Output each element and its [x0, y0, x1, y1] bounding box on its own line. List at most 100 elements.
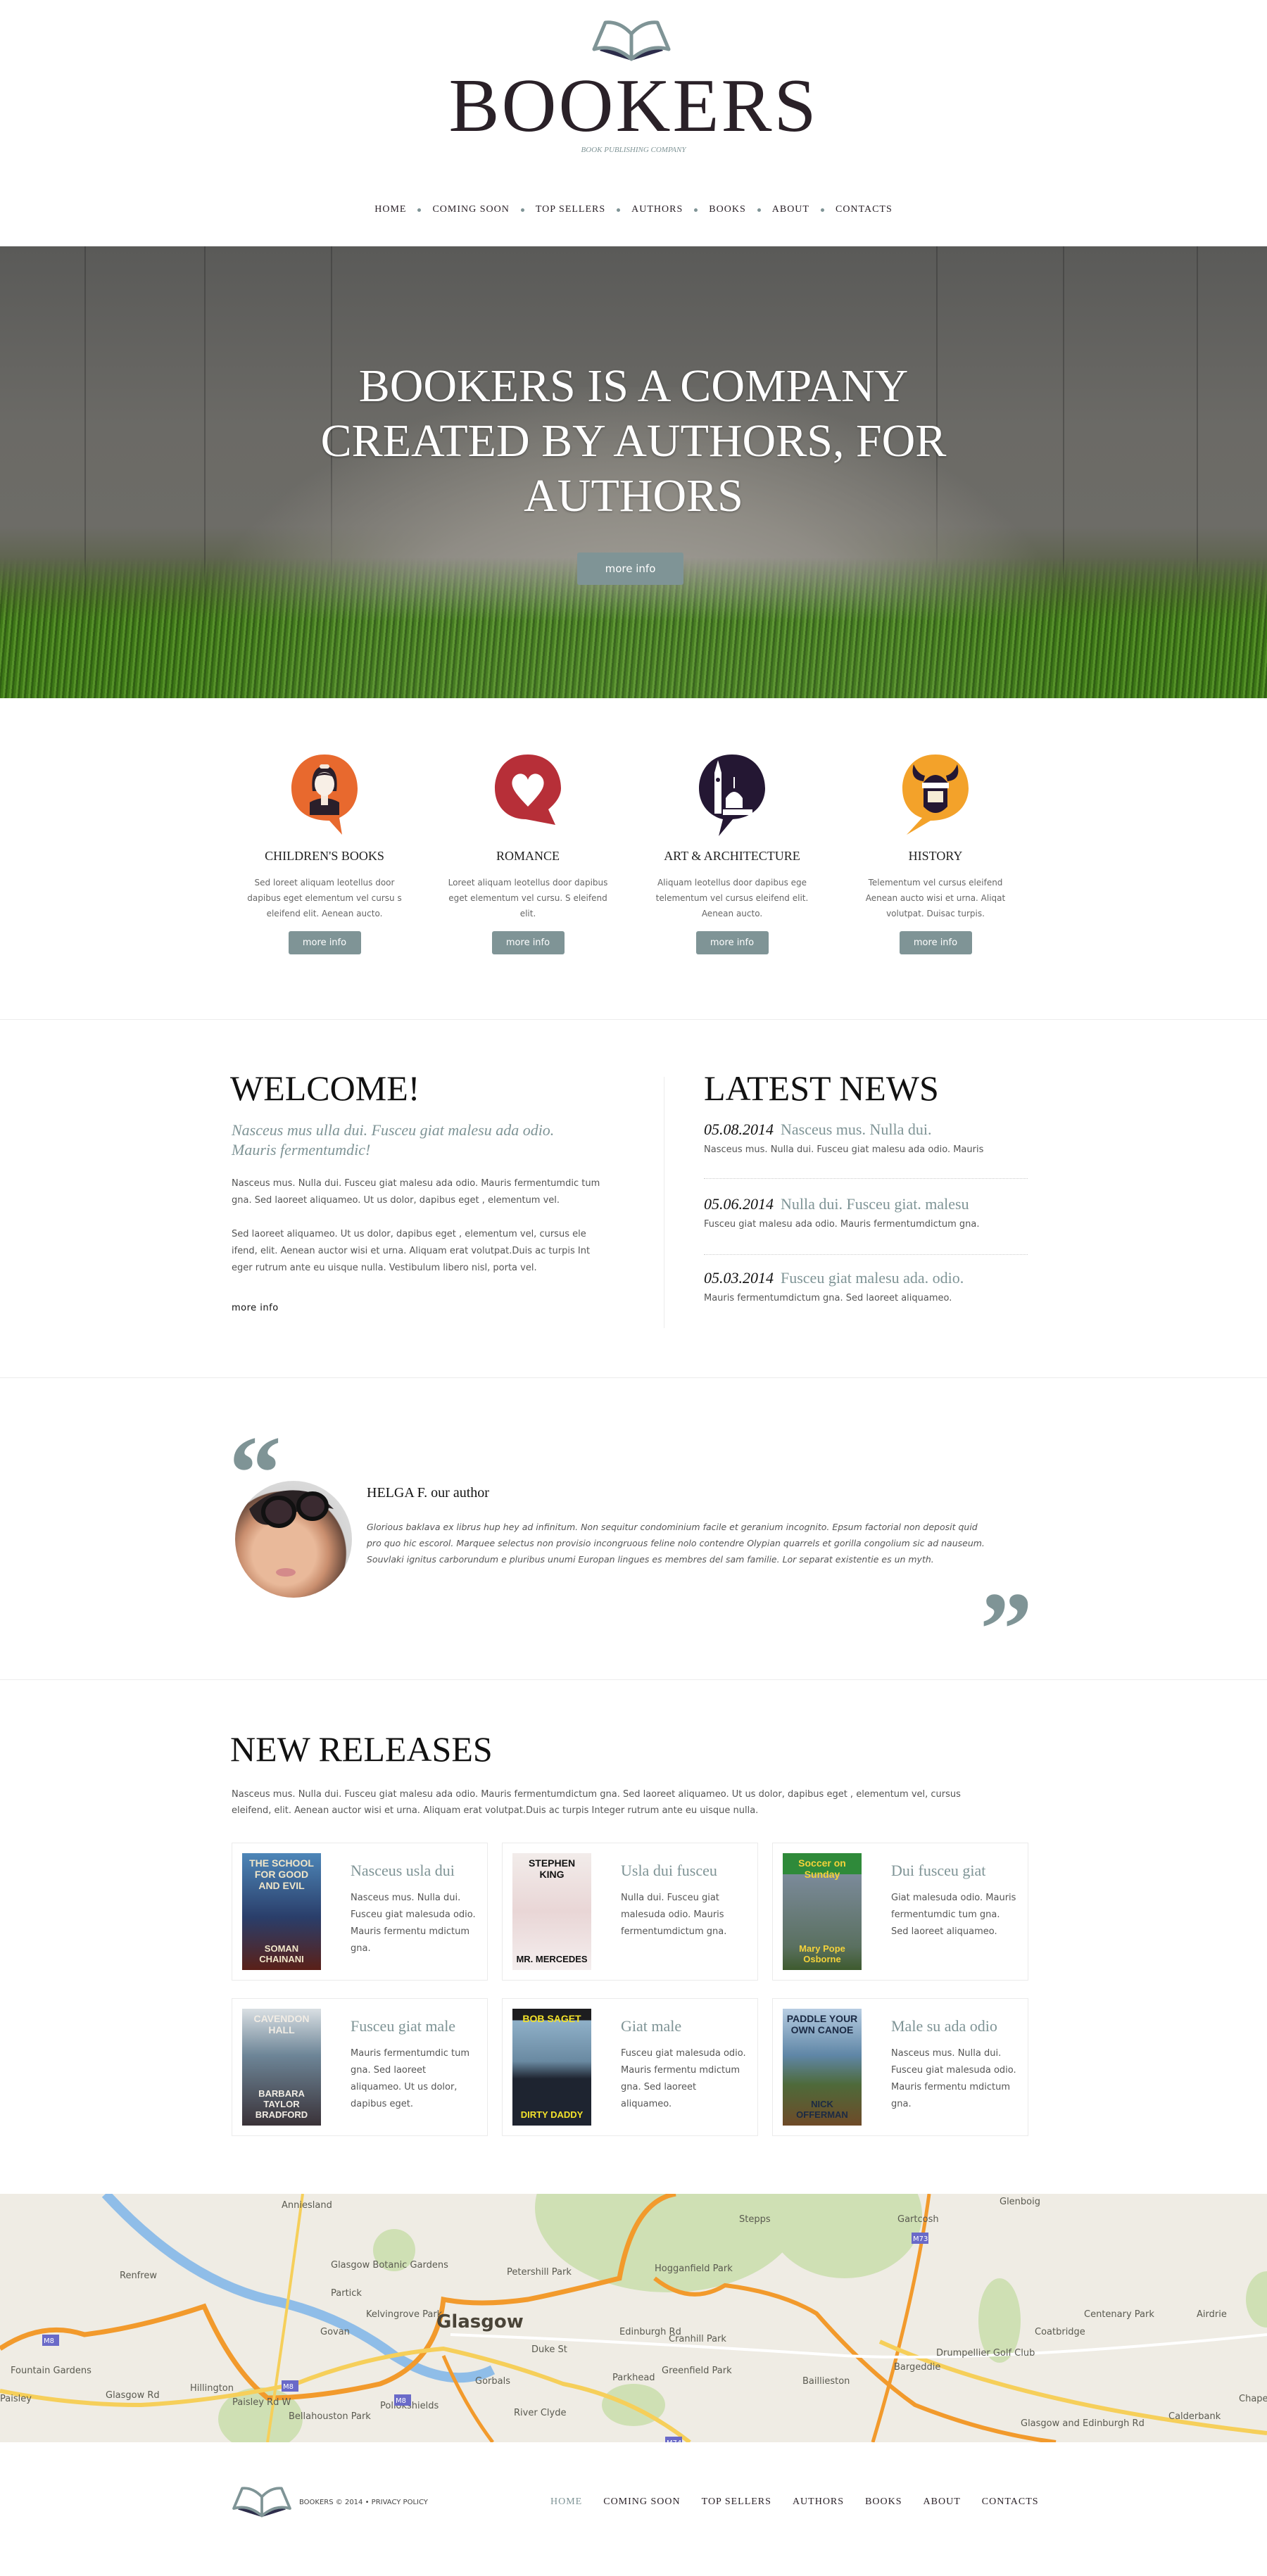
map-label: Chapelhall — [1239, 2394, 1267, 2404]
footer-nav-authors[interactable]: AUTHORS — [793, 2496, 844, 2508]
cover-bottom-text: BARBARA TAYLOR BRADFORD — [255, 2088, 308, 2120]
hero-more-info-button[interactable]: more info — [577, 553, 683, 585]
footer-nav-contacts[interactable]: CONTACTS — [982, 2496, 1039, 2508]
map-label: Cranhill Park — [669, 2334, 726, 2344]
nav-separator — [757, 208, 761, 212]
news-headline[interactable]: Nasceus mus. Nulla dui. — [781, 1120, 931, 1138]
book-title[interactable]: Usla dui fusceu — [621, 1862, 717, 1880]
book-title[interactable]: Male su ada odio — [891, 2017, 997, 2035]
nav-separator — [520, 208, 524, 212]
book-title[interactable]: Nasceus usla dui — [351, 1862, 455, 1880]
book-title[interactable]: Dui fusceu giat — [891, 1862, 985, 1880]
nav-coming-soon[interactable]: COMING SOON — [432, 204, 509, 215]
release-card[interactable]: STEPHEN KING MR. MERCEDES Usla dui fusce… — [502, 1843, 758, 1981]
nav-authors[interactable]: AUTHORS — [631, 204, 683, 215]
welcome-more-info-link[interactable]: more info — [232, 1303, 279, 1313]
book-cover-image[interactable]: CAVENDON HALL BARBARA TAYLOR BRADFORD — [242, 2009, 321, 2126]
map-label: Duke St — [531, 2344, 567, 2355]
section-divider — [0, 1019, 1267, 1020]
nav-about[interactable]: ABOUT — [772, 204, 809, 215]
footer-nav: HOME COMING SOON TOP SELLERS AUTHORS BOO… — [550, 2496, 1039, 2508]
book-cover-image[interactable]: PADDLE YOUR OWN CANOE NICK OFFERMAN — [783, 2009, 862, 2126]
release-card[interactable]: BOB SAGET DIRTY DADDY Giat male Fusceu g… — [502, 1998, 758, 2136]
logo-open-book-icon[interactable] — [591, 20, 672, 62]
news-item[interactable]: 05.08.2014 Nasceus mus. Nulla dui. Nasceu… — [704, 1120, 1028, 1155]
footer-logo-icon[interactable] — [232, 2486, 292, 2518]
map-label: Fountain Gardens — [11, 2366, 92, 2376]
road-shield-label: M73 — [913, 2235, 928, 2243]
hero-title: BOOKERS IS A COMPANY CREATED BY AUTHORS,… — [211, 359, 1056, 524]
nav-contacts[interactable]: CONTACTS — [836, 204, 893, 215]
releases-title: NEW RELEASES — [230, 1729, 493, 1769]
map-label: Coatbridge — [1035, 2327, 1085, 2337]
cover-bottom-text: NICK OFFERMAN — [796, 2099, 848, 2120]
category-more-info-button[interactable]: more info — [695, 931, 769, 954]
book-cover-image[interactable]: THE SCHOOL FOR GOOD AND EVIL SOMAN CHAIN… — [242, 1853, 321, 1970]
category-text: Sed loreet aliquam leotellus door dapibu… — [247, 878, 402, 918]
author-avatar — [235, 1481, 352, 1598]
map-label: Renfrew — [120, 2271, 157, 2281]
footer-copyright[interactable]: BOOKERS © 2014 • PRIVACY POLICY — [299, 2499, 428, 2506]
park-area — [535, 2194, 802, 2292]
map-label: Drumpellier Golf Club — [936, 2348, 1035, 2359]
map-label: Calderbank — [1168, 2411, 1221, 2422]
map-label: Parkhead — [612, 2373, 655, 2383]
map-label: Glasgow and Edinburgh Rd — [1021, 2418, 1145, 2429]
nav-home[interactable]: HOME — [374, 204, 406, 215]
book-cover-image[interactable]: STEPHEN KING MR. MERCEDES — [512, 1853, 591, 1970]
viking-speech-bubble-icon — [897, 752, 974, 836]
news-separator — [704, 1254, 1028, 1255]
book-cover-image[interactable]: BOB SAGET DIRTY DADDY — [512, 2009, 591, 2126]
release-card[interactable]: Soccer on Sunday Mary Pope Osborne Dui f… — [772, 1843, 1028, 1981]
hero-title-line: AUTHORS — [524, 470, 743, 522]
footer-nav-about[interactable]: ABOUT — [924, 2496, 961, 2508]
map-label: Baillieston — [802, 2376, 850, 2387]
map-label: Gartcosh — [897, 2214, 939, 2225]
welcome-subtitle: Nasceus mus ulla dui. Fusceu giat malesu… — [232, 1121, 555, 1158]
footer-nav-home[interactable]: HOME — [550, 2496, 582, 2508]
map-label: Partick — [331, 2288, 362, 2299]
section-divider — [0, 1377, 1267, 1378]
news-title: LATEST NEWS — [704, 1068, 939, 1108]
release-card[interactable]: CAVENDON HALL BARBARA TAYLOR BRADFORD Fu… — [232, 1998, 488, 2136]
map-label: Anniesland — [282, 2200, 332, 2211]
category-more-info-button[interactable]: more info — [491, 931, 565, 954]
news-item[interactable]: 05.03.2014 Fusceu giat malesu ada. odio. … — [704, 1269, 1028, 1303]
book-cover-image[interactable]: Soccer on Sunday Mary Pope Osborne — [783, 1853, 862, 1970]
section-divider — [0, 1679, 1267, 1680]
testimonial-text: Glorious baklava ex librus hup hey ad in… — [367, 1522, 985, 1565]
category-more-info-button[interactable]: more info — [288, 931, 361, 954]
map-city-label: Glasgow — [436, 2311, 524, 2332]
book-description: Mauris fermentumdic tum gna. Sed laoreet… — [351, 2048, 470, 2109]
footer-nav-top-sellers[interactable]: TOP SELLERS — [702, 2496, 771, 2508]
welcome-title: WELCOME! — [230, 1068, 420, 1108]
map-label: Bargeddie — [894, 2362, 940, 2373]
category-title: ROMANCE — [496, 849, 560, 863]
a-road — [0, 2346, 691, 2442]
book-description: Nasceus mus. Nulla dui. Fusceu giat male… — [891, 2048, 1016, 2109]
location-map[interactable]: Anniesland Glasgow Botanic Gardens Petersh… — [0, 2194, 1267, 2442]
release-card[interactable]: PADDLE YOUR OWN CANOE NICK OFFERMAN Male… — [772, 1998, 1028, 2136]
book-description: Giat malesuda odio. Mauris fermentumdic … — [891, 1893, 1016, 1937]
book-title[interactable]: Giat male — [621, 2017, 681, 2035]
book-title[interactable]: Fusceu giat male — [351, 2017, 455, 2035]
map-label: Petershill Park — [507, 2267, 572, 2278]
map-label: Govan — [320, 2327, 350, 2337]
news-headline[interactable]: Fusceu giat malesu ada. odio. — [781, 1269, 964, 1287]
main-nav: HOME COMING SOON TOP SELLERS AUTHORS BOO… — [0, 204, 1267, 215]
close-quote-icon: ” — [980, 1571, 1033, 1688]
map-label: Greenfield Park — [662, 2366, 732, 2376]
category-more-info-button[interactable]: more info — [899, 931, 972, 954]
cover-bottom-text: SOMAN CHAINANI — [259, 1943, 304, 1964]
brand-tagline: BOOK PUBLISHING COMPANY — [581, 146, 686, 154]
news-item[interactable]: 05.06.2014 Nulla dui. Fusceu giat. malesu… — [704, 1195, 1028, 1230]
footer-nav-coming-soon[interactable]: COMING SOON — [603, 2496, 680, 2508]
footer-nav-books[interactable]: BOOKS — [865, 2496, 902, 2508]
nav-top-sellers[interactable]: TOP SELLERS — [536, 204, 605, 215]
news-text: Fusceu giat malesu ada odio. Mauris ferm… — [704, 1219, 980, 1230]
cover-top-text: PADDLE YOUR OWN CANOE — [786, 2013, 858, 2035]
nav-books[interactable]: BOOKS — [709, 204, 745, 215]
brand-title[interactable]: BOOKERS — [0, 68, 1267, 145]
news-headline[interactable]: Nulla dui. Fusceu giat. malesu — [781, 1195, 969, 1213]
release-card[interactable]: THE SCHOOL FOR GOOD AND EVIL SOMAN CHAIN… — [232, 1843, 488, 1981]
